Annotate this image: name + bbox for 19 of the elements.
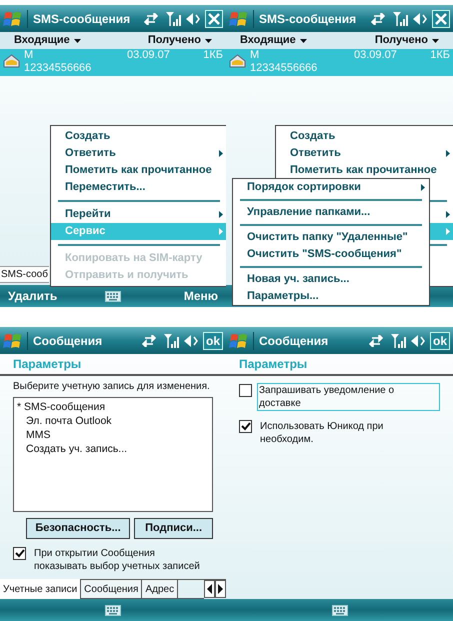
message-sender: M: [24, 49, 34, 62]
checkbox-label: При открытии Сообщения показывать выбор учетных записей: [33, 547, 201, 574]
window-title: Сообщения: [253, 332, 362, 350]
message-number: 12334556666: [24, 62, 92, 75]
window-title: Сообщения: [27, 332, 135, 350]
prompt-text: Выберите учетную запись для изменения.: [13, 381, 211, 393]
checkbox-label: Запрашивать уведомление о доставке: [257, 383, 440, 411]
message-sender: M: [250, 49, 260, 62]
message-date: 03.09.07: [354, 49, 398, 62]
message-number: 12334556666: [250, 62, 318, 75]
window-title: SMS-сообщения: [253, 10, 364, 28]
page-heading: Параметры: [238, 356, 308, 373]
message-date: 03.09.07: [127, 49, 171, 62]
checkbox-label: Использовать Юникод при необходим.: [259, 420, 384, 447]
status-text: SMS-сооб: [0, 266, 49, 282]
page-heading: Параметры: [12, 356, 82, 373]
message-size: 1КБ: [202, 49, 223, 62]
window-title: SMS-сообщения: [27, 10, 137, 28]
message-size: 1КБ: [429, 49, 450, 62]
